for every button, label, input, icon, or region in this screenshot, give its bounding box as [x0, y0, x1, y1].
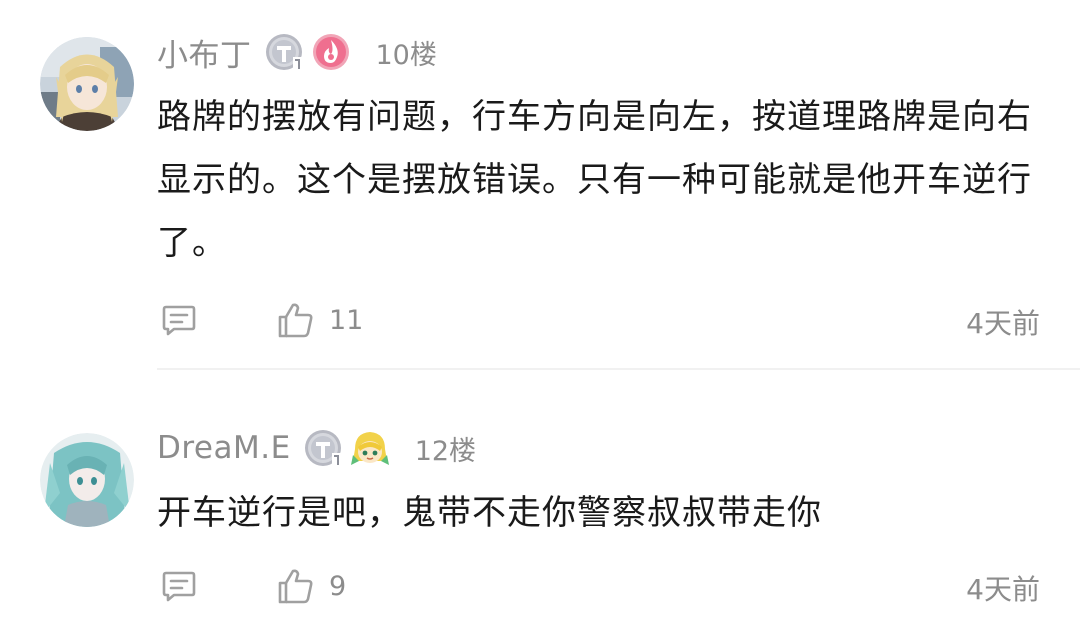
like-count: 9: [329, 570, 347, 602]
username[interactable]: DreaM.E: [157, 430, 291, 466]
teal-hair-girl-avatar-icon: [40, 433, 134, 527]
floor-number: 12楼: [414, 435, 477, 467]
reply-icon[interactable]: [160, 301, 198, 339]
like-button[interactable]: 9: [277, 564, 346, 608]
comment-text: 路牌的摆放有问题，行车方向是向左，按道理路牌是向右显示的。这个是摆放错误。只有一…: [157, 97, 1032, 263]
comment-time: 4天前: [966, 307, 1040, 340]
like-button[interactable]: 11: [277, 298, 363, 342]
anime-girl-avatar-icon: [40, 37, 134, 131]
comment-item: 小布丁 10楼 路牌的摆放有问题，行车方向是向左，按道理路牌是向右显示的。这个是…: [0, 0, 1080, 368]
like-count: 11: [329, 304, 364, 336]
pink-flame-badge-icon: [310, 31, 352, 73]
blonde-character-badge-icon: [349, 427, 391, 469]
comment-text: 开车逆行是吧，鬼带不走你警察叔叔带走你: [157, 493, 822, 533]
comment-actions: 11 4天前: [157, 298, 1040, 342]
reply-icon[interactable]: [160, 567, 198, 605]
floor-number: 10楼: [375, 39, 437, 71]
avatar[interactable]: [40, 37, 134, 131]
thumbs-up-icon: [278, 303, 313, 338]
level-t1-badge-icon: [264, 31, 306, 73]
comment-actions: 9 4天前: [157, 564, 1040, 608]
comment-time: 4天前: [966, 573, 1040, 606]
comment-header: 小布丁 10楼: [157, 30, 437, 74]
comment-item: DreaM.E 12楼 开车逆行是吧，鬼带不走你警察叔叔带走你 9 4天前: [0, 370, 1080, 631]
level-t1-badge-icon: [303, 427, 345, 469]
username[interactable]: 小布丁: [157, 30, 252, 75]
thumbs-up-icon: [278, 569, 313, 604]
comment-header: DreaM.E 12楼: [157, 426, 476, 470]
comment-list: 小布丁 10楼 路牌的摆放有问题，行车方向是向左，按道理路牌是向右显示的。这个是…: [0, 0, 1080, 631]
avatar[interactable]: [40, 433, 134, 527]
